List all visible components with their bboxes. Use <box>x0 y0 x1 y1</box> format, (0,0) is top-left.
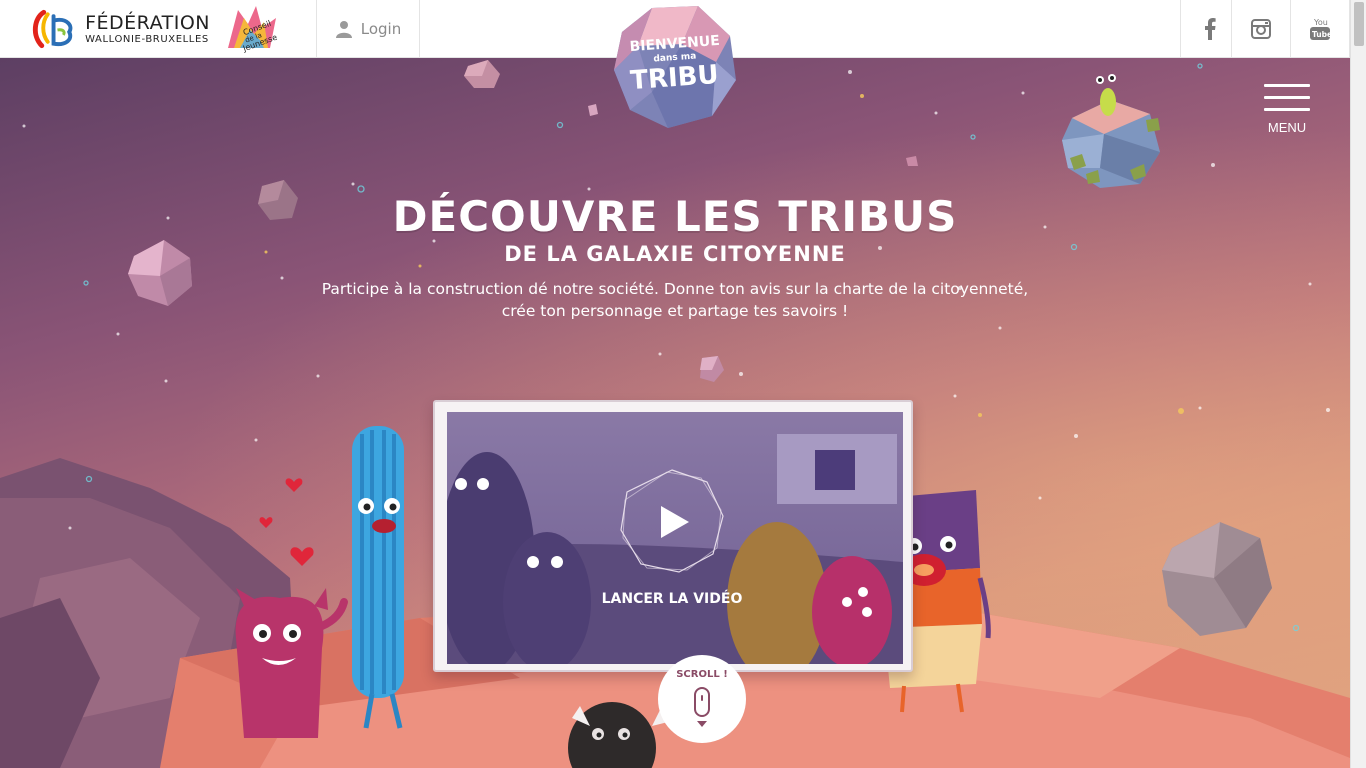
federation-wallonie-bruxelles-logo[interactable]: FÉDÉRATION WALLONIE-BRUXELLES <box>30 8 210 50</box>
hero-section: LANCER LA VIDÉO SCROLL ! DÉCOUVRE LES TR… <box>0 58 1350 768</box>
login-label: Login <box>360 20 402 38</box>
arrow-down-icon <box>697 721 707 727</box>
scrollbar-thumb[interactable] <box>1354 2 1364 46</box>
fwb-logo-title: FÉDÉRATION <box>85 11 210 34</box>
play-icon <box>661 506 689 538</box>
menu-button[interactable]: MENU <box>1262 84 1312 136</box>
facebook-link[interactable] <box>1180 0 1238 58</box>
hero-title: DÉCOUVRE LES TRIBUS <box>392 192 958 241</box>
logo-line-3: TRIBU <box>629 60 719 96</box>
play-video-label[interactable]: LANCER LA VIDÉO <box>572 591 772 607</box>
facebook-icon <box>1204 18 1216 40</box>
instagram-icon <box>1250 19 1271 39</box>
hero-subtitle: DE LA GALAXIE CITOYENNE <box>504 242 846 266</box>
hamburger-line <box>1264 108 1310 111</box>
scroll-label: SCROLL ! <box>676 669 728 680</box>
hamburger-icon <box>1264 84 1310 87</box>
hamburger-line <box>1264 96 1310 99</box>
menu-label: MENU <box>1267 120 1307 135</box>
bienvenue-dans-ma-tribu-logo[interactable]: BIENVENUE dans ma TRIBU <box>612 4 738 130</box>
login-button[interactable]: Login <box>316 0 420 58</box>
floating-rock-small <box>464 60 500 88</box>
play-video-button[interactable] <box>617 466 727 576</box>
scroll-indicator[interactable]: SCROLL ! <box>658 655 746 743</box>
youtube-icon: You Tube <box>1310 18 1331 40</box>
conseil-jeunesse-logo[interactable]: Conseil de la Jeunesse <box>218 4 284 54</box>
youtube-link[interactable]: You Tube <box>1290 0 1350 58</box>
hero-intro-text: Participe à la construction dé notre soc… <box>321 280 1029 320</box>
svg-text:Tube: Tube <box>1312 30 1331 39</box>
instagram-link[interactable] <box>1231 0 1289 58</box>
fwb-logo-icon <box>32 9 73 49</box>
fwb-logo-text: FÉDÉRATION WALLONIE-BRUXELLES <box>85 11 210 45</box>
blue-tall-character <box>352 426 404 729</box>
svg-text:You: You <box>1313 18 1328 27</box>
page-scrollbar[interactable] <box>1350 0 1366 768</box>
mouse-icon <box>694 687 710 717</box>
fwb-logo-subtitle: WALLONIE-BRUXELLES <box>85 33 209 45</box>
user-icon <box>335 21 352 38</box>
